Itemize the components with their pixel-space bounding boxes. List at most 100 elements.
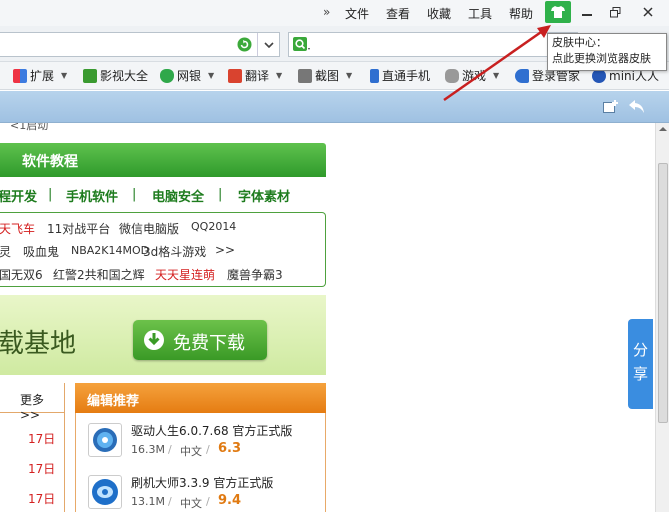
vertical-scrollbar[interactable] <box>655 123 669 512</box>
gear-icon <box>93 428 117 452</box>
category-fonts[interactable]: 字体素材 <box>238 186 290 205</box>
app-size: 13.1M <box>131 495 165 508</box>
share-char: 享 <box>633 365 649 383</box>
date-label: 17日 <box>28 492 56 506</box>
date-label: 17日 <box>28 462 56 476</box>
top-snippet-text: <1启动 <box>10 123 49 132</box>
new-tab-icon[interactable] <box>603 100 619 114</box>
download-arrow-icon <box>144 330 164 350</box>
grid-icon <box>13 68 27 83</box>
link-item[interactable]: 吸血鬼 <box>23 243 59 260</box>
fav-video[interactable]: 影视大全 <box>83 67 148 84</box>
fav-translate[interactable]: 翻译 ▼ <box>228 67 282 84</box>
link-item[interactable]: 魔兽争霸3 <box>227 266 283 283</box>
download-label: 免费下载 <box>173 333 245 354</box>
category-separator: | <box>218 187 223 202</box>
link-item[interactable]: 天飞车 <box>0 220 35 237</box>
meta-separator: / <box>206 495 210 508</box>
link-item[interactable]: 天天星连萌 <box>155 266 215 283</box>
date-label: 17日 <box>28 432 56 446</box>
restore-icon <box>609 6 620 17</box>
app-score: 6.3 <box>218 441 242 456</box>
free-download-button[interactable]: 免费下载 <box>133 320 267 360</box>
fav-label: 扩展 <box>30 69 55 83</box>
link-item[interactable]: 国无双6 <box>0 266 43 283</box>
scroll-up-icon[interactable] <box>659 126 667 132</box>
app-size: 16.3M <box>131 443 165 456</box>
web-page: <1启动 软件教程 程开发 | 手机软件 | 电脑安全 | 字体素材 天飞车 1… <box>0 123 655 512</box>
share-button[interactable]: 分 享 <box>628 319 653 409</box>
link-item[interactable]: 3d格斗游戏 <box>143 243 206 260</box>
app-name[interactable]: 驱动人生6.0.7.68 官方正式版 <box>131 422 292 439</box>
link-item[interactable]: 红警2共和国之辉 <box>53 266 145 283</box>
editor-picks-list: 驱动人生6.0.7.68 官方正式版 16.3M / 中文 / 6.3 刷机大师… <box>75 413 326 512</box>
category-separator: | <box>48 187 53 202</box>
link-item[interactable]: 灵 <box>0 243 11 260</box>
undo-close-tab-icon[interactable] <box>628 99 646 114</box>
scrollbar-thumb[interactable] <box>658 163 668 423</box>
fav-phone[interactable]: 直通手机 <box>370 67 430 84</box>
close-button[interactable] <box>634 0 662 24</box>
scissors-icon <box>298 68 312 83</box>
menu-file[interactable]: 文件 <box>345 5 369 22</box>
minimize-button[interactable] <box>573 0 601 24</box>
app-name[interactable]: 刷机大师3.3.9 官方正式版 <box>131 474 273 491</box>
meta-separator: / <box>168 495 172 508</box>
restore-button[interactable] <box>601 0 629 24</box>
shield-icon <box>160 68 174 83</box>
flash-master-icon <box>92 479 118 505</box>
url-dropdown-button[interactable] <box>257 33 279 56</box>
app-language: 中文 <box>180 445 202 458</box>
category-dev[interactable]: 程开发 <box>0 186 37 205</box>
fav-screenshot[interactable]: 截图 ▼ <box>298 67 352 84</box>
link-item[interactable]: 微信电脑版 <box>119 220 179 237</box>
fav-label: 截图 <box>315 69 340 83</box>
link-item[interactable]: QQ2014 <box>191 220 236 233</box>
section-title: 软件教程 <box>22 154 78 170</box>
more-header: 更多>> <box>0 383 64 422</box>
meta-separator: / <box>206 443 210 456</box>
more-links-chevron[interactable]: >> <box>215 243 235 257</box>
more-link[interactable]: 更多>> <box>20 391 64 422</box>
meta-separator: / <box>168 443 172 456</box>
tooltip-title: 皮肤中心： <box>552 36 607 49</box>
category-pc-security[interactable]: 电脑安全 <box>152 186 204 205</box>
category-separator: | <box>132 187 137 202</box>
download-banner[interactable]: 载基地 免费下载 <box>0 295 326 375</box>
link-item[interactable]: 11对战平台 <box>47 220 110 237</box>
phone-icon <box>370 68 379 83</box>
category-mobile-software[interactable]: 手机软件 <box>66 186 118 205</box>
dropdown-arrow-icon: ▼ <box>276 71 283 80</box>
url-input[interactable] <box>0 32 280 57</box>
close-icon <box>643 7 653 17</box>
search-engine-icon[interactable] <box>293 37 311 52</box>
link-item[interactable]: NBA2K14MOD <box>71 244 149 257</box>
video-icon <box>83 68 97 83</box>
tooltip-text: 点此更换浏览器皮肤 <box>552 52 651 65</box>
menu-overflow-chevron[interactable]: » <box>323 5 330 19</box>
fav-extensions[interactable]: 扩展 ▼ <box>13 67 67 84</box>
dropdown-arrow-icon: ▼ <box>208 71 215 80</box>
app-language: 中文 <box>180 497 202 510</box>
dropdown-arrow-icon: ▼ <box>61 71 68 80</box>
menu-view[interactable]: 查看 <box>386 5 410 22</box>
link-box: 天飞车 11对战平台 微信电脑版 QQ2014 灵 吸血鬼 NBA2K14MOD… <box>0 212 326 287</box>
app-icon-flash-master[interactable] <box>88 475 122 509</box>
fav-label: 直通手机 <box>382 69 431 83</box>
share-char: 分 <box>633 341 649 359</box>
software-tutorial-header: 软件教程 <box>0 143 326 177</box>
title-bar: » 文件 查看 收藏 工具 帮助 <box>0 0 669 26</box>
minimize-icon <box>582 14 592 16</box>
dropdown-arrow-icon: ▼ <box>346 71 353 80</box>
banner-text: 载基地 <box>0 329 77 359</box>
app-icon-driver[interactable] <box>88 423 122 457</box>
translate-icon <box>228 68 242 83</box>
fav-banking[interactable]: 网银 ▼ <box>160 67 214 84</box>
chevron-down-icon <box>263 41 274 48</box>
app-score: 9.4 <box>218 493 242 508</box>
refresh-icon[interactable] <box>237 37 252 52</box>
tshirt-icon <box>551 6 565 18</box>
tab-strip <box>0 91 669 123</box>
editor-picks-title: 编辑推荐 <box>87 394 140 409</box>
annotation-arrow-icon <box>443 25 551 102</box>
